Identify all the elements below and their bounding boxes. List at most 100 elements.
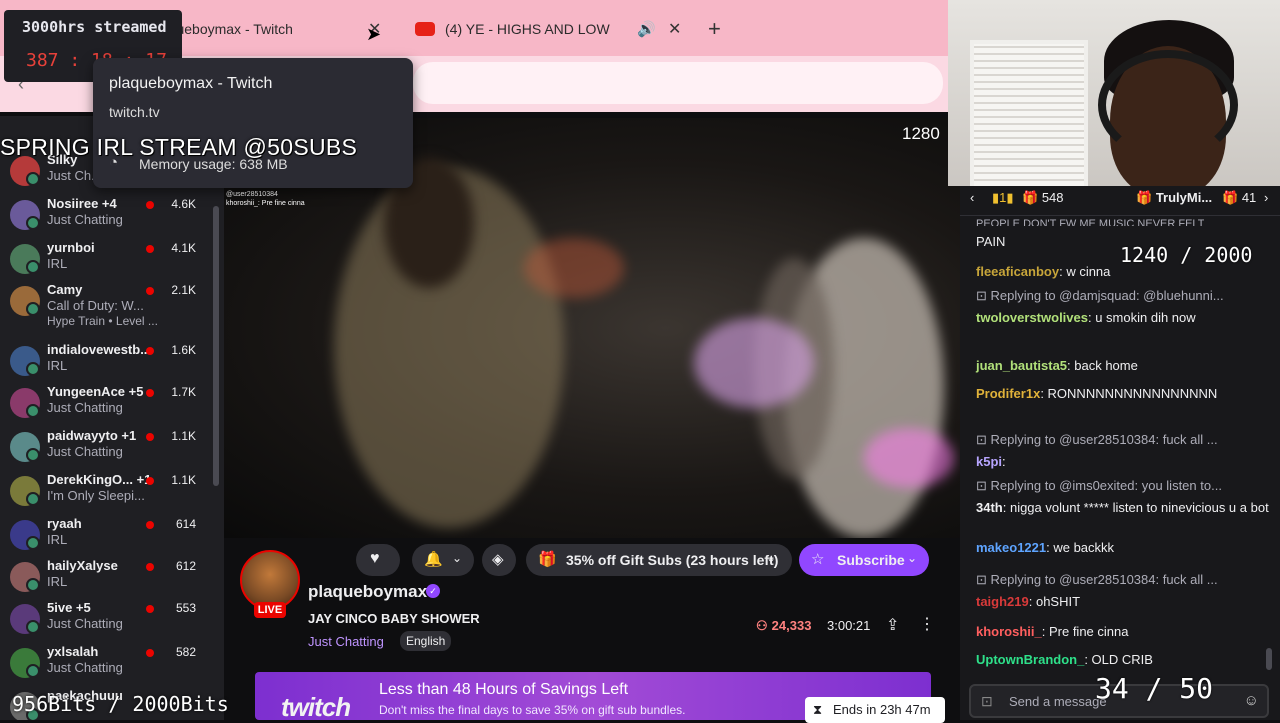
stream-uptime: 3:00:21 [827,618,871,633]
hourglass-icon: ⧗ [813,702,823,717]
subs-goal-counter: 34 / 50 [1095,672,1214,705]
chat-scrollbar[interactable] [1266,648,1272,670]
gift-subs-label: 35% off Gift Subs (23 hours left) [566,552,779,568]
sidebar-channel[interactable]: indialovewestb... IRL 1.6K [0,342,212,384]
chat-reply-context[interactable]: ⊡ Replying to @ims0exited: you listen to… [976,478,1222,494]
chat-username[interactable]: k5pi [976,454,1002,469]
chevron-down-icon: ⌄ [452,551,463,565]
verified-icon: ✓ [426,584,440,598]
chevron-right-icon[interactable]: › [1264,190,1268,205]
live-badge: LIVE [254,602,286,618]
promo-banner[interactable]: twitch Less than 48 Hours of Savings Lef… [255,672,945,723]
live-dot [146,477,154,485]
sidebar-channel[interactable]: 5ive +5 Just Chatting 553 [0,600,212,642]
sidebar-channel[interactable]: yurnboi IRL 4.1K [0,240,212,282]
new-tab-icon[interactable]: + [708,16,721,42]
share-icon[interactable]: ⇪ [886,615,899,635]
video-light [694,318,814,408]
chevron-left-icon[interactable]: ‹ [970,190,974,205]
follow-button[interactable]: ♥ [356,544,400,576]
channel-name: YungeenAce +5 [47,384,144,399]
chat-message: taigh219: ohSHIT [976,592,1272,612]
chat-username[interactable]: makeo1221 [976,540,1046,555]
gift-count-value: 548 [1041,190,1064,205]
video-light [524,238,624,298]
promo-countdown-text: Ends in 23h 47m [833,702,931,717]
chat-username[interactable]: taigh219 [976,594,1029,609]
sidebar-scrollbar[interactable] [213,206,219,486]
tab-title: (4) YE - HIGHS AND LOW [445,21,610,37]
viewer-count: 1.1K [171,473,196,487]
language-tag[interactable]: English [400,631,452,651]
chat-username[interactable]: UptownBrandon_ [976,652,1084,667]
channel-category: IRL [47,256,68,271]
live-dot [146,649,154,657]
channel-category: IRL [47,574,68,589]
stream-category[interactable]: Just Chatting [308,634,384,649]
channel-name: Nosiiree +4 [47,196,117,211]
viewer-count: ⚇ 24,333 [756,618,811,634]
sidebar-channel[interactable]: paidwayyto +1 Just Chatting 1.1K [0,428,212,470]
reply-icon: ⊡ [976,432,991,447]
reply-text: Replying to @user28510384: fuck all ... [990,432,1218,447]
channel-name: paidwayyto +1 [47,428,137,443]
promo-countdown[interactable]: ⧗ Ends in 23h 47m [805,697,945,723]
chat-username[interactable]: 34th [976,500,1003,515]
chat-message: Prodifer1x: RONNNNNNNNNNNNNNNN [976,384,1272,404]
sidebar-channel[interactable]: Nosiiree +4 Just Chatting 4.6K [0,196,212,238]
emote-icon[interactable]: ⊡ [981,693,993,710]
close-tab-icon[interactable]: ✕ [668,19,681,39]
chat-username[interactable]: juan_bautista5 [976,358,1067,373]
speaker-icon[interactable]: 🔊 [637,20,656,38]
viewer-count: 4.1K [171,241,196,255]
notifications-button[interactable]: 🔔 ⌄ [412,544,474,576]
channel-category: Call of Duty: W... [47,298,144,313]
viewer-count: 612 [175,559,196,573]
sidebar-channel[interactable]: ryaah IRL 614 [0,516,212,558]
chat-username[interactable]: fleeaficanboy [976,264,1059,279]
tooltip-url: twitch.tv [109,104,160,120]
live-badge-icon [26,492,40,506]
stream-info: LIVE plaqueboymax ✓ JAY CINCO BABY SHOWE… [224,538,960,723]
chat-username[interactable]: twoloverstwolives [976,310,1088,325]
chat-username[interactable]: Prodifer1x [976,386,1040,401]
sidebar-channel[interactable]: YungeenAce +5 Just Chatting 1.7K [0,384,212,426]
sidebar-channel[interactable]: DerekKingO... +1 I'm Only Sleepi... 1.1K [0,472,212,514]
streamer-name[interactable]: plaqueboymax [308,582,427,602]
sidebar-channel[interactable]: Camy Call of Duty: W... Hype Train • Level… [0,282,212,328]
chat-message: makeo1221: we backkk [976,538,1272,558]
chat-text: : we backkk [1046,540,1115,555]
live-dot [146,521,154,529]
diamond-icon: ◈ [492,551,504,568]
chat-username[interactable]: khoroshii_ [976,624,1042,639]
heart-icon: ♥ [370,550,380,567]
promo-subtext: Don't miss the final days to save 35% on… [379,703,686,717]
channel-category: Just Chatting [47,212,123,227]
chat-message: juan_bautista5: back home [976,356,1272,376]
streamer-avatar[interactable] [240,550,300,610]
channel-name: yxlsalah [47,644,99,659]
chat-reply-context[interactable]: ⊡ Replying to @user28510384: fuck all ..… [976,432,1218,448]
channel-category: Just Chatting [47,660,123,675]
reply-icon: ⊡ [976,572,991,587]
tab-youtube[interactable]: (4) YE - HIGHS AND LOW 🔊 ✕ [405,8,695,52]
sidebar-channel[interactable]: hailyXalyse IRL 612 [0,558,212,600]
gift-subs-button[interactable]: 🎁 35% off Gift Subs (23 hours left) ⌄ [526,544,792,576]
subscribe-button[interactable]: ☆ Subscribe ⌄ [799,544,929,576]
star-icon: ☆ [811,551,825,568]
sidebar-channel[interactable]: yxlsalah Just Chatting 582 [0,644,212,686]
tab-twitch[interactable]: plaqueboymax - Twitch ✕ [150,8,390,52]
chat-message: k5pi: [976,452,1272,472]
channel-category: IRL [47,532,68,547]
chat-reply-context[interactable]: ⊡ Replying to @damjsquad: @bluehunni... [976,288,1224,304]
chat-reply-context[interactable]: ⊡ Replying to @user28510384: fuck all ..… [976,572,1218,588]
drops-button[interactable]: ◈ [482,544,516,576]
chat-text: : ohSHIT [1028,594,1081,609]
more-options-icon[interactable]: ⋮ [919,614,935,634]
url-field[interactable] [413,62,943,104]
smiley-icon[interactable]: ☺ [1244,692,1259,709]
live-dot [146,287,154,295]
viewer-count: 582 [175,645,196,659]
viewer-count: 614 [175,517,196,531]
timer-title: 3000hrs streamed [22,18,167,36]
